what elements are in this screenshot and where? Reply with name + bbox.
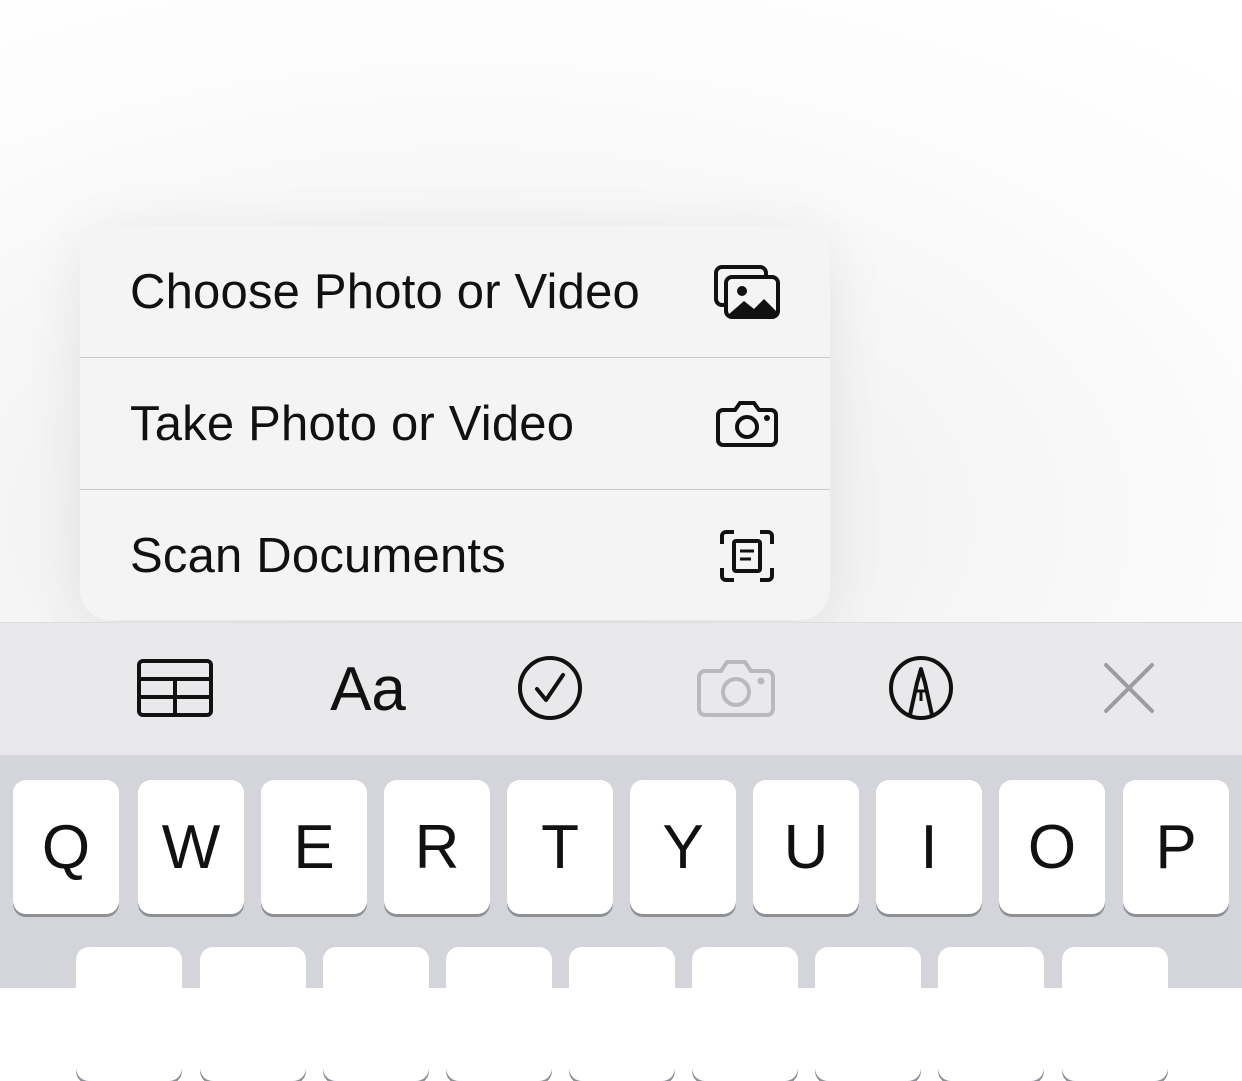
attachment-menu: Choose Photo or Video Take Photo or Vide… bbox=[80, 226, 830, 620]
key-g[interactable] bbox=[569, 947, 675, 1081]
key-d[interactable] bbox=[323, 947, 429, 1081]
camera-button[interactable] bbox=[691, 653, 781, 727]
key-t[interactable]: T bbox=[507, 780, 613, 914]
key-w[interactable]: W bbox=[138, 780, 244, 914]
key-f[interactable] bbox=[446, 947, 552, 1081]
keyboard: Q W E R T Y U I O P bbox=[0, 755, 1242, 1081]
close-icon bbox=[1102, 661, 1156, 720]
key-s[interactable] bbox=[200, 947, 306, 1081]
key-p[interactable]: P bbox=[1123, 780, 1229, 914]
key-q[interactable]: Q bbox=[13, 780, 119, 914]
table-icon bbox=[136, 658, 214, 723]
key-o[interactable]: O bbox=[999, 780, 1105, 914]
close-button[interactable] bbox=[1084, 653, 1174, 727]
key-l[interactable] bbox=[1062, 947, 1168, 1081]
keyboard-toolbar: Aa bbox=[0, 622, 1242, 756]
key-u[interactable]: U bbox=[753, 780, 859, 914]
menu-item-label: Take Photo or Video bbox=[130, 396, 575, 451]
key-h[interactable] bbox=[692, 947, 798, 1081]
scan-document-icon bbox=[712, 526, 782, 586]
table-button[interactable] bbox=[130, 653, 220, 727]
menu-item-label: Choose Photo or Video bbox=[130, 264, 640, 319]
key-r[interactable]: R bbox=[384, 780, 490, 914]
markup-pen-icon bbox=[888, 655, 954, 726]
key-y[interactable]: Y bbox=[630, 780, 736, 914]
format-text-button[interactable]: Aa bbox=[323, 653, 413, 727]
take-photo-or-video-item[interactable]: Take Photo or Video bbox=[80, 358, 830, 489]
markup-button[interactable] bbox=[876, 653, 966, 727]
menu-item-label: Scan Documents bbox=[130, 528, 506, 583]
key-i[interactable]: I bbox=[876, 780, 982, 914]
scan-documents-item[interactable]: Scan Documents bbox=[80, 490, 830, 620]
key-j[interactable] bbox=[815, 947, 921, 1081]
camera-icon bbox=[696, 658, 776, 723]
key-a[interactable] bbox=[76, 947, 182, 1081]
format-text-icon: Aa bbox=[330, 655, 406, 724]
choose-photo-or-video-item[interactable]: Choose Photo or Video bbox=[80, 226, 830, 357]
checklist-button[interactable] bbox=[505, 653, 595, 727]
camera-icon bbox=[712, 394, 782, 454]
key-k[interactable] bbox=[938, 947, 1044, 1081]
photo-library-icon bbox=[712, 262, 782, 322]
key-e[interactable]: E bbox=[261, 780, 367, 914]
checklist-icon bbox=[517, 655, 583, 726]
